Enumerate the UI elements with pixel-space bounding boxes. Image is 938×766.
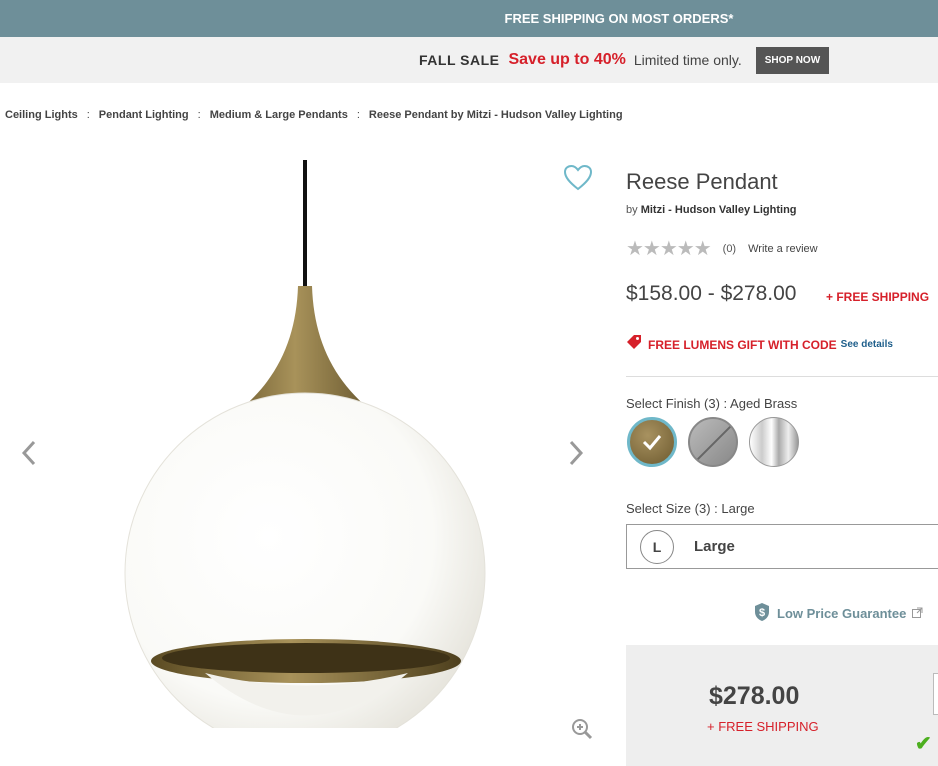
check-icon: [642, 435, 662, 451]
brand-link[interactable]: Mitzi - Hudson Valley Lighting: [641, 204, 797, 216]
in-stock-check-icon: ✔: [915, 733, 932, 755]
promo-row: FREE LUMENS GIFT WITH CODE See details: [626, 334, 893, 355]
see-details-link[interactable]: See details: [841, 339, 893, 350]
heart-icon[interactable]: [563, 164, 593, 197]
external-link-icon: [912, 606, 923, 621]
product-brand: by Mitzi - Hudson Valley Lighting: [626, 204, 797, 216]
sale-note: Limited time only.: [633, 52, 742, 68]
size-select[interactable]: L Large: [626, 524, 938, 569]
brand-prefix: by: [626, 204, 638, 216]
product-image[interactable]: [100, 158, 520, 728]
shield-dollar-icon: $: [753, 602, 771, 625]
size-code: L: [640, 529, 674, 564]
review-count: (0): [722, 242, 737, 255]
price-range: $158.00 - $278.00: [626, 282, 797, 305]
breadcrumb-separator: :: [356, 109, 360, 121]
finish-swatch-polished-nickel[interactable]: [749, 417, 799, 467]
low-price-guarantee-text: Low Price Guarantee: [777, 606, 907, 621]
breadcrumb-separator: :: [86, 109, 90, 121]
zoom-in-icon[interactable]: [570, 717, 594, 746]
size-label: Select Size (3) : Large: [626, 501, 755, 516]
low-price-guarantee-link[interactable]: $ Low Price Guarantee: [753, 602, 923, 625]
rating-row: ★★★★★ (0) Write a review: [626, 236, 818, 261]
finish-swatch-aged-brass[interactable]: [627, 417, 677, 467]
buybox-price: $278.00: [709, 682, 800, 710]
buybox-shipping: + FREE SHIPPING: [707, 719, 819, 734]
svg-text:$: $: [759, 607, 765, 619]
size-value: Large: [694, 538, 735, 555]
divider: [626, 376, 938, 377]
chevron-right-icon[interactable]: [567, 438, 587, 468]
product-title: Reese Pendant: [626, 169, 778, 194]
shop-now-button[interactable]: SHOP NOW: [755, 46, 830, 74]
sale-label: FALL SALE: [419, 52, 500, 68]
rating-stars[interactable]: ★★★★★: [626, 236, 712, 261]
breadcrumb-item-ceiling-lights[interactable]: Ceiling Lights: [5, 109, 78, 121]
write-review-link[interactable]: Write a review: [748, 243, 817, 255]
breadcrumb: Ceiling Lights : Pendant Lighting : Medi…: [5, 109, 623, 121]
sale-banner: FALL SALE Save up to 40% Limited time on…: [0, 37, 938, 83]
finish-label: Select Finish (3) : Aged Brass: [626, 396, 798, 411]
promo-text: FREE LUMENS GIFT WITH CODE: [648, 337, 837, 352]
breadcrumb-separator: :: [197, 109, 201, 121]
chevron-left-icon[interactable]: [20, 438, 40, 468]
finish-swatch-black-brass[interactable]: [688, 417, 738, 467]
sale-offer: Save up to 40%: [508, 51, 626, 68]
buy-box: $278.00 + FREE SHIPPING ✔: [626, 645, 938, 766]
quantity-input-edge[interactable]: [933, 673, 938, 715]
free-shipping-text: FREE SHIPPING ON MOST ORDERS*: [504, 11, 734, 26]
free-shipping-banner[interactable]: FREE SHIPPING ON MOST ORDERS*: [0, 0, 938, 37]
breadcrumb-item-current: Reese Pendant by Mitzi - Hudson Valley L…: [368, 109, 623, 121]
tag-icon: [626, 334, 642, 355]
breadcrumb-item-medium-large-pendants[interactable]: Medium & Large Pendants: [210, 109, 348, 121]
price-shipping: + FREE SHIPPING: [826, 290, 930, 304]
breadcrumb-item-pendant-lighting[interactable]: Pendant Lighting: [99, 109, 189, 121]
